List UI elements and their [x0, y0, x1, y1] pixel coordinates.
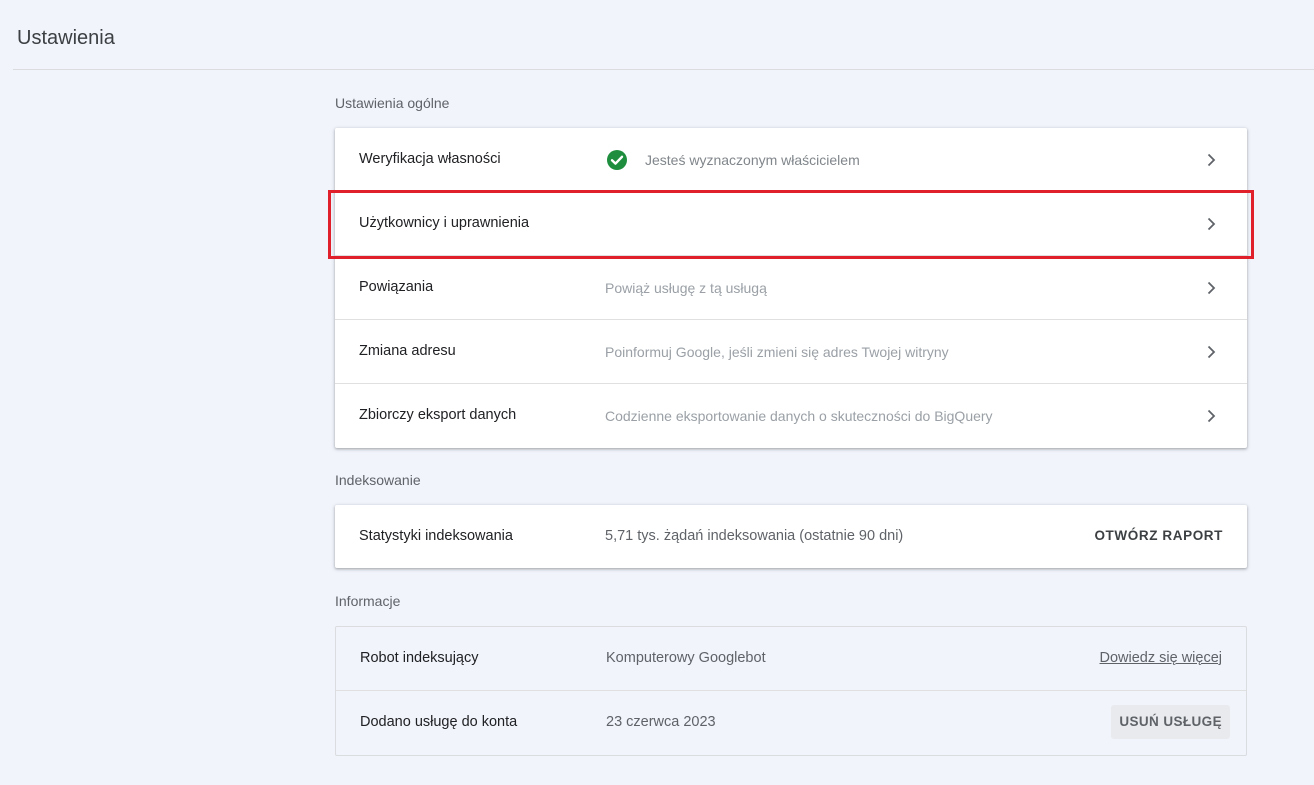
chevron-right-icon[interactable]	[1203, 408, 1219, 424]
row-title: Zbiorczy eksport danych	[359, 407, 517, 423]
row-change-of-address[interactable]: Zmiana adresu Poinformuj Google, jeśli z…	[335, 320, 1247, 384]
learn-more-link[interactable]: Dowiedz się więcej	[1100, 650, 1223, 666]
row-description: Powiąż usługę z tą usługą	[605, 280, 767, 296]
row-associations[interactable]: Powiązania Powiąż usługę z tą usługą	[335, 256, 1247, 320]
section-label-general: Ustawienia ogólne	[335, 95, 450, 111]
general-settings-card: Weryfikacja własności Jesteś wyznaczonym…	[335, 128, 1247, 448]
page-title: Ustawienia	[17, 27, 115, 49]
row-title: Użytkownicy i uprawnienia	[359, 215, 530, 231]
chevron-right-icon[interactable]	[1203, 216, 1219, 232]
row-title: Statystyki indeksowania	[359, 528, 513, 544]
section-label-indexing: Indeksowanie	[335, 472, 421, 488]
row-value: Komputerowy Googlebot	[606, 650, 766, 666]
section-label-info: Informacje	[335, 593, 401, 609]
chevron-right-icon[interactable]	[1203, 344, 1219, 360]
check-circle-icon	[606, 149, 628, 171]
row-users-permissions[interactable]: Użytkownicy i uprawnienia	[335, 192, 1247, 256]
remove-property-button[interactable]: USUŃ USŁUGĘ	[1111, 705, 1230, 739]
row-bulk-data-export[interactable]: Zbiorczy eksport danych Codzienne ekspor…	[335, 384, 1247, 448]
row-crawl-stats: Statystyki indeksowania 5,71 tys. żądań …	[335, 505, 1247, 568]
row-title: Zmiana adresu	[359, 343, 456, 359]
row-value: 23 czerwca 2023	[606, 714, 716, 730]
row-description: Codzienne eksportowanie danych o skutecz…	[605, 408, 993, 424]
header-divider	[13, 69, 1314, 70]
info-card: Robot indeksujący Komputerowy Googlebot …	[335, 626, 1247, 756]
row-title: Powiązania	[359, 279, 434, 295]
row-title: Weryfikacja własności	[359, 151, 501, 167]
row-description: Jesteś wyznaczonym właścicielem	[645, 152, 860, 168]
row-title: Robot indeksujący	[360, 650, 479, 666]
row-crawler: Robot indeksujący Komputerowy Googlebot …	[336, 627, 1246, 691]
row-ownership-verification[interactable]: Weryfikacja własności Jesteś wyznaczonym…	[335, 128, 1247, 192]
row-added-to-account: Dodano usługę do konta 23 czerwca 2023 U…	[336, 691, 1246, 755]
chevron-right-icon[interactable]	[1203, 280, 1219, 296]
open-report-button[interactable]: OTWÓRZ RAPORT	[1094, 528, 1223, 543]
row-value: 5,71 tys. żądań indeksowania (ostatnie 9…	[605, 528, 904, 544]
indexing-card: Statystyki indeksowania 5,71 tys. żądań …	[335, 505, 1247, 568]
chevron-right-icon[interactable]	[1203, 152, 1219, 168]
row-title: Dodano usługę do konta	[360, 714, 518, 730]
top-bar: Ustawienia	[0, 0, 1314, 70]
row-description: Poinformuj Google, jeśli zmieni się adre…	[605, 344, 949, 360]
